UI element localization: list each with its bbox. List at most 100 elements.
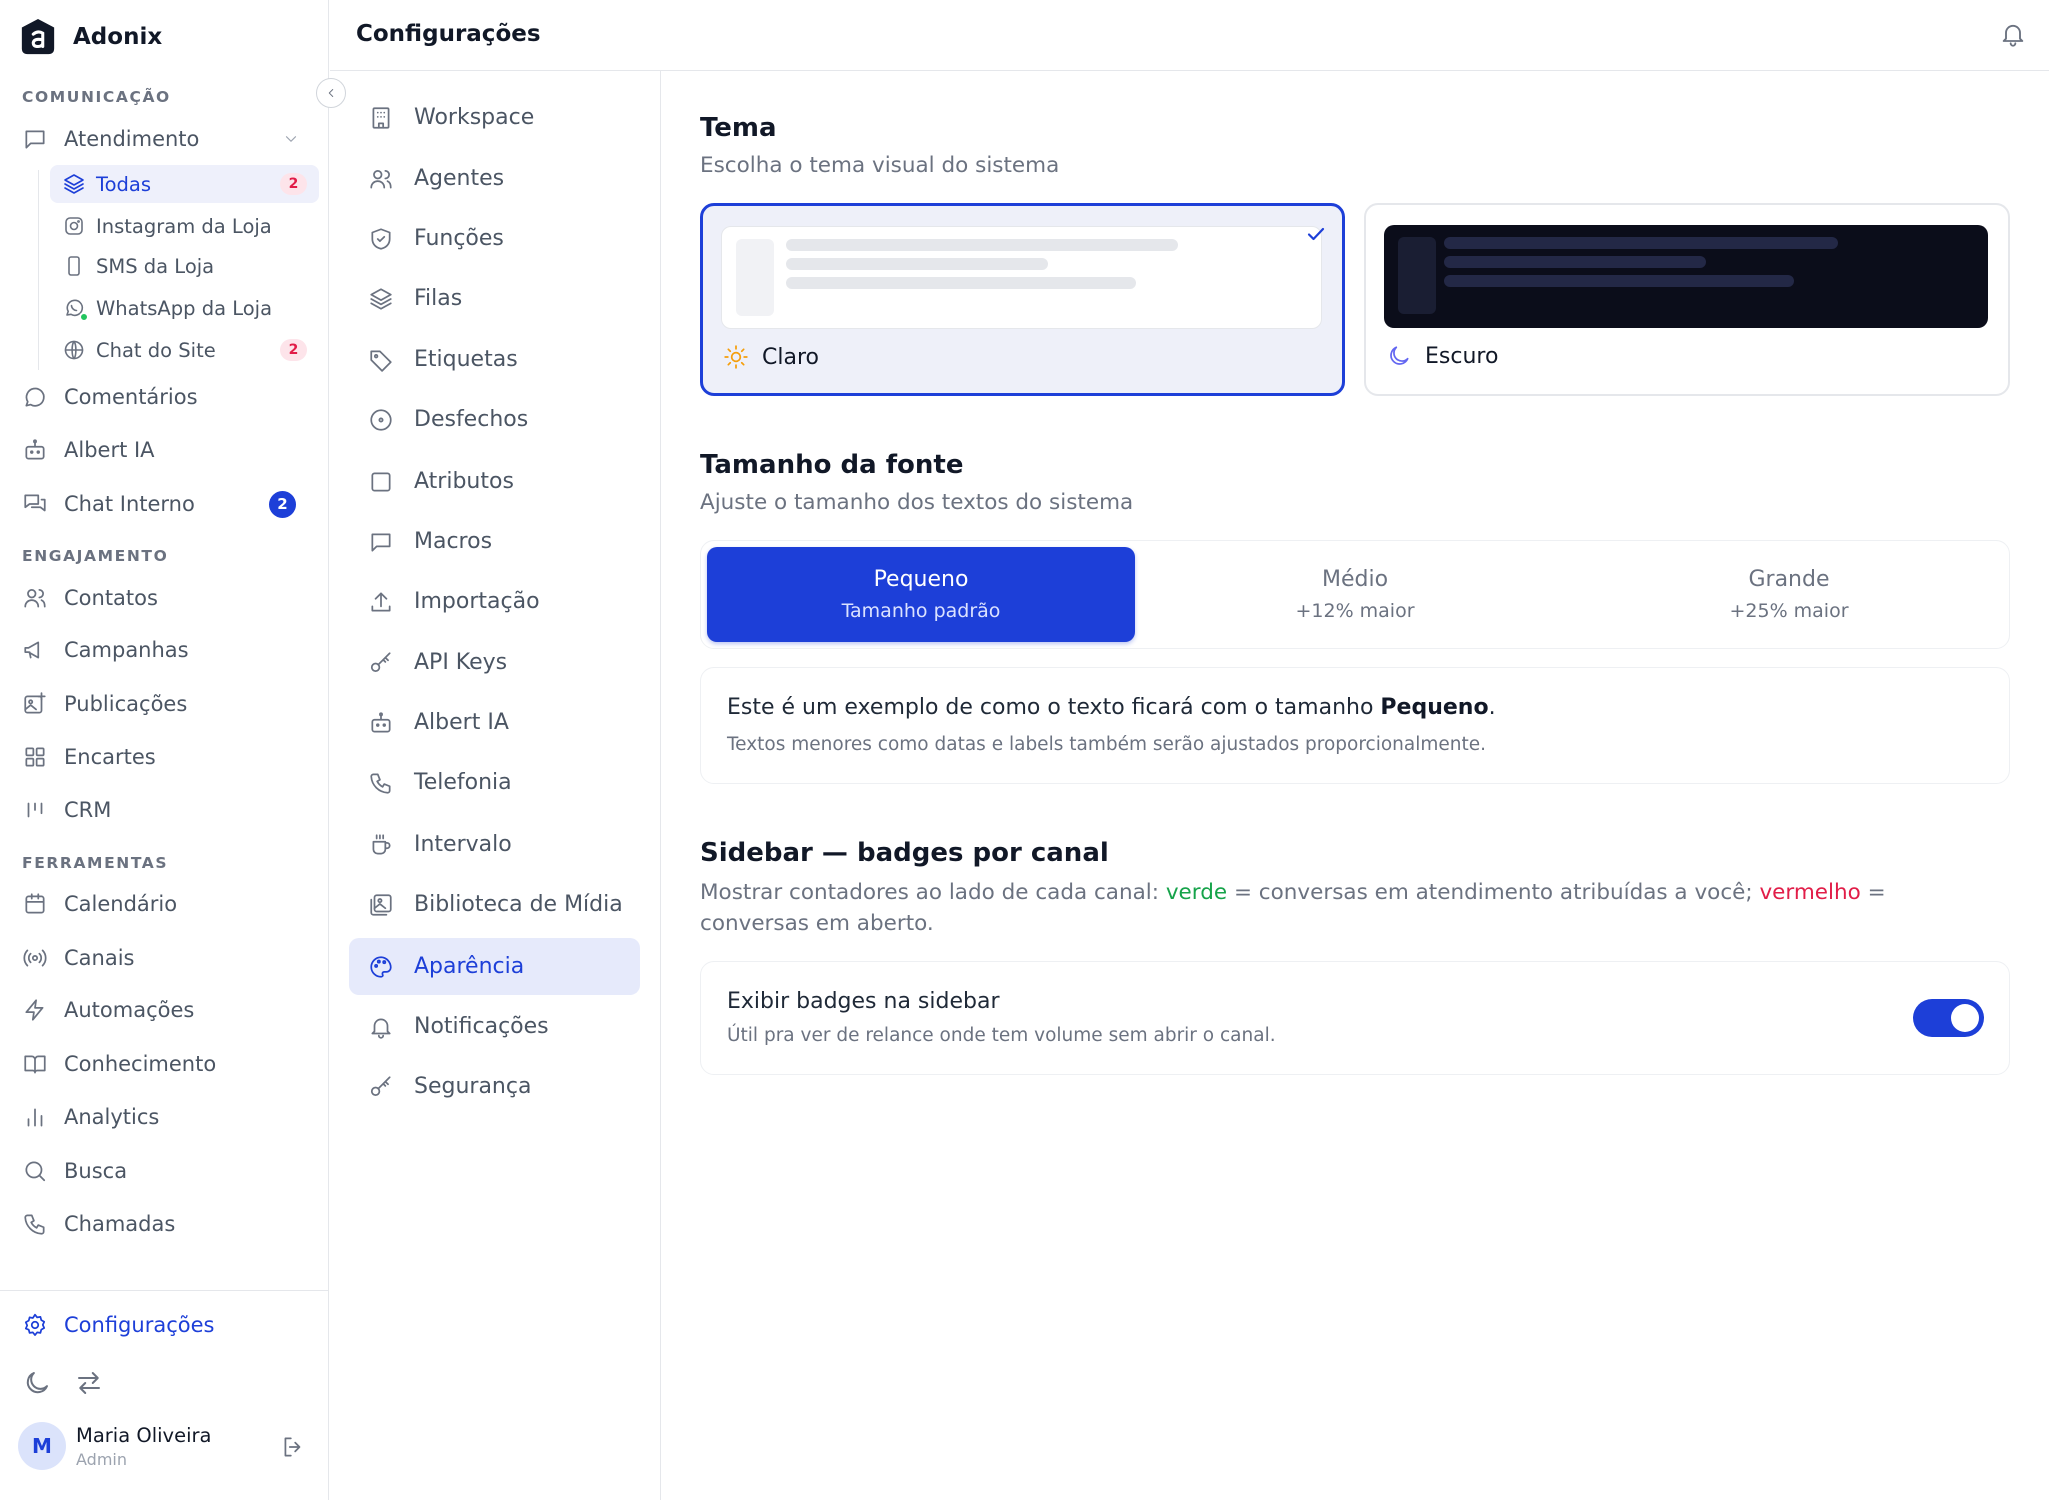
sidebar-item-label: Conhecimento: [64, 1052, 217, 1076]
instagram-icon: [65, 217, 83, 235]
brand-name: Adonix: [73, 24, 163, 50]
sidebar-item-canais[interactable]: Canais: [22, 938, 312, 978]
settings-item-importacao[interactable]: Importação: [349, 573, 640, 630]
settings-item-etiquetas[interactable]: Etiquetas: [349, 331, 640, 388]
sidebar-item-contatos[interactable]: Contatos: [22, 578, 312, 618]
settings-item-label: Filas: [414, 286, 463, 311]
kanban-icon: [27, 802, 43, 818]
theme-option-escuro[interactable]: Escuro: [1364, 203, 2010, 396]
sidebar-item-label: Chamadas: [64, 1212, 176, 1236]
preview-line: [1444, 237, 1838, 249]
channel-label: Todas: [96, 172, 152, 196]
sidebar-item-campanhas[interactable]: Campanhas: [22, 630, 312, 670]
settings-item-atributos[interactable]: Atributos: [349, 453, 640, 510]
sidebar-item-configuracoes[interactable]: Configurações: [22, 1312, 214, 1338]
settings-item-macros[interactable]: Macros: [349, 513, 640, 570]
sidebar-item-albert-ia[interactable]: Albert IA: [22, 430, 312, 470]
settings-item-filas[interactable]: Filas: [349, 270, 640, 327]
sidebar-item-atendimento[interactable]: Atendimento: [22, 119, 312, 159]
sidebar-item-calendario[interactable]: Calendário: [22, 884, 312, 924]
chevron-down-icon[interactable]: [282, 130, 300, 148]
user-name: Maria Oliveira: [76, 1423, 212, 1447]
channel-item-chat-do-site[interactable]: Chat do Site 2: [50, 331, 319, 369]
example-prefix: Este é um exemplo de como o texto ficará…: [727, 695, 1381, 720]
sidebar-item-conhecimento[interactable]: Conhecimento: [22, 1044, 312, 1084]
settings-item-label: Macros: [414, 529, 493, 554]
sidebar-item-comentarios[interactable]: Comentários: [22, 377, 312, 417]
channel-item-sms[interactable]: SMS da Loja: [50, 247, 319, 285]
square-icon: [371, 471, 391, 492]
bell-icon[interactable]: [1999, 20, 2027, 48]
user-profile[interactable]: M Maria Oliveira Admin: [18, 1422, 211, 1470]
image-library-icon: [370, 893, 392, 916]
settings-item-label: Biblioteca de Mídia: [414, 892, 623, 917]
desc-part: = conversas em atendimento atribuídas a …: [1227, 880, 1760, 905]
settings-item-seguranca[interactable]: Segurança: [349, 1058, 640, 1115]
theme-label-text: Claro: [762, 344, 819, 370]
settings-item-telefonia[interactable]: Telefonia: [349, 754, 640, 811]
sidebar-item-label: Encartes: [64, 745, 156, 769]
sidebar-item-publicacoes[interactable]: Publicações: [22, 684, 312, 724]
font-size-option-grande[interactable]: Grande +25% maior: [1575, 547, 2003, 642]
sidebar-item-automacoes[interactable]: Automações: [22, 990, 312, 1030]
font-size-option-medio[interactable]: Médio +12% maior: [1141, 547, 1569, 642]
logout-icon[interactable]: [280, 1434, 306, 1460]
desc-red-word: vermelho: [1759, 880, 1861, 905]
settings-item-api-keys[interactable]: API Keys: [349, 634, 640, 691]
coffee-icon: [372, 833, 391, 855]
sidebar-item-encartes[interactable]: Encartes: [22, 737, 312, 777]
preview-line: [786, 277, 1136, 289]
sidebar-item-busca[interactable]: Busca: [22, 1151, 312, 1191]
font-size-example: Este é um exemplo de como o texto ficará…: [700, 667, 2010, 784]
sidebar-item-chat-interno[interactable]: Chat Interno 2: [22, 484, 312, 524]
channel-item-whatsapp[interactable]: WhatsApp da Loja: [50, 289, 319, 327]
page-title: Configurações: [356, 21, 541, 47]
moon-icon[interactable]: [22, 1368, 52, 1398]
settings-item-label: Desfechos: [414, 407, 529, 432]
message-square-icon: [371, 533, 391, 552]
phone-icon: [24, 1214, 45, 1235]
settings-item-workspace[interactable]: Workspace: [349, 89, 640, 146]
settings-item-aparencia[interactable]: Aparência: [349, 938, 640, 995]
settings-item-label: API Keys: [414, 650, 508, 675]
settings-item-notificacoes[interactable]: Notificações: [349, 998, 640, 1055]
badges-title: Sidebar — badges por canal: [700, 838, 1109, 868]
settings-item-label: Aparência: [414, 954, 525, 979]
sidebar-item-chamadas[interactable]: Chamadas: [22, 1204, 312, 1244]
option-label: Grande: [1748, 567, 1830, 592]
channel-label: WhatsApp da Loja: [96, 296, 273, 320]
users-icon: [370, 169, 392, 189]
sun-icon: [724, 345, 748, 369]
topbar: Configurações: [330, 0, 2049, 71]
bar-chart-icon: [27, 1108, 43, 1127]
desc-part: Mostrar contadores ao lado de cada canal…: [700, 880, 1166, 905]
book-open-icon: [24, 1055, 46, 1074]
badges-toggle[interactable]: [1913, 999, 1984, 1037]
gear-icon: [24, 1313, 46, 1336]
settings-item-intervalo[interactable]: Intervalo: [349, 816, 640, 873]
option-sub: +12% maior: [1295, 600, 1415, 622]
example-text: Este é um exemplo de como o texto ficará…: [727, 695, 1496, 720]
palette-icon: [370, 955, 392, 978]
badges-setting-row: Exibir badges na sidebar Útil pra ver de…: [700, 961, 2010, 1075]
settings-item-agentes[interactable]: Agentes: [349, 150, 640, 207]
settings-item-label: Intervalo: [414, 832, 512, 857]
settings-item-label: Agentes: [414, 166, 505, 191]
theme-option-claro[interactable]: Claro: [700, 203, 1345, 396]
settings-item-biblioteca[interactable]: Biblioteca de Mídia: [349, 876, 640, 933]
channel-label: Instagram da Loja: [96, 214, 272, 238]
desc-green-word: verde: [1165, 880, 1228, 905]
brand[interactable]: Adonix: [19, 18, 162, 56]
channel-item-instagram[interactable]: Instagram da Loja: [50, 207, 319, 245]
settings-item-albert-ia[interactable]: Albert IA: [349, 694, 640, 751]
sidebar-item-crm[interactable]: CRM: [22, 790, 312, 830]
preview-line: [1444, 256, 1706, 268]
settings-item-funcoes[interactable]: Funções: [349, 210, 640, 267]
font-size-option-pequeno[interactable]: Pequeno Tamanho padrão: [707, 547, 1135, 642]
collapse-sidebar-button[interactable]: [316, 78, 346, 108]
message-square-icon: [25, 130, 45, 149]
swap-icon[interactable]: [74, 1368, 104, 1398]
channel-item-todas[interactable]: Todas 2: [50, 165, 319, 203]
settings-item-desfechos[interactable]: Desfechos: [349, 391, 640, 448]
sidebar-item-analytics[interactable]: Analytics: [22, 1097, 312, 1137]
